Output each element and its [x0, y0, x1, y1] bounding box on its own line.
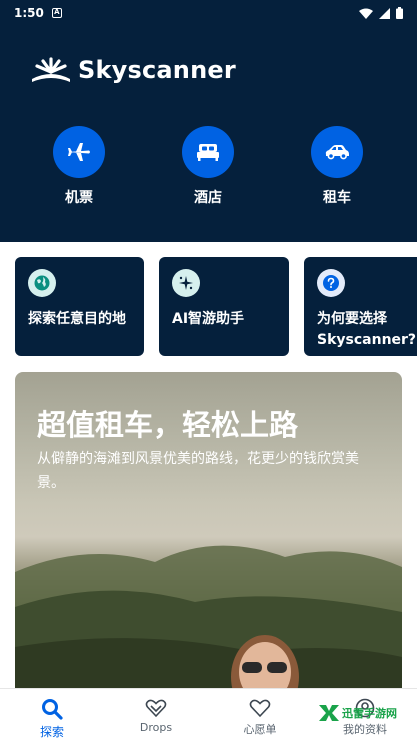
- promo-title: 超值租车，轻松上路: [37, 408, 299, 442]
- card-label: AI智游助手: [172, 311, 245, 327]
- question-icon: [317, 269, 345, 297]
- status-bar: 1:50 A: [0, 0, 417, 26]
- globe-icon: [28, 269, 56, 297]
- watermark-logo-icon: [319, 705, 339, 721]
- wifi-icon: [359, 8, 373, 19]
- notification-icon: A: [51, 8, 62, 18]
- status-right: [359, 7, 403, 19]
- watermark-text: 迅雷手游网: [342, 707, 397, 720]
- service-label: 租车: [323, 190, 351, 206]
- tab-label: 心愿单: [243, 723, 277, 736]
- feature-cards: 探索任意目的地 AI智游助手 为何要选择Skyscanner?: [15, 257, 417, 356]
- status-time: 1:50: [14, 6, 44, 20]
- signal-icon: [379, 7, 390, 19]
- plane-icon: [68, 143, 90, 161]
- tab-label: 探索: [39, 725, 64, 739]
- tab-wishlist[interactable]: 心愿单: [215, 689, 305, 741]
- card-label: 为何要选择Skyscanner?: [317, 311, 417, 348]
- tab-label: Drops: [139, 721, 173, 734]
- promo-subtitle: 从僻静的海滩到风景优美的路线，花更少的钱欣赏美景。: [37, 451, 359, 491]
- car-rental-promo-banner[interactable]: 超值租车，轻松上路 从僻静的海滩到风景优美的路线，花更少的钱欣赏美景。: [15, 372, 402, 702]
- service-label: 机票: [65, 190, 93, 206]
- heart-icon: [249, 699, 271, 718]
- service-label: 酒店: [194, 190, 222, 206]
- header: 1:50 A Skyscanner 机票 酒店 租车: [0, 0, 417, 242]
- hotels-button[interactable]: [182, 126, 234, 178]
- service-car-rental[interactable]: 租车: [297, 126, 377, 207]
- brand-name: Skyscanner: [78, 56, 236, 84]
- sunrise-logo-icon: [32, 57, 70, 82]
- tab-drops[interactable]: Drops: [111, 689, 201, 741]
- car-icon: [325, 145, 349, 160]
- battery-icon: [396, 7, 403, 19]
- skyscanner-logo: Skyscanner: [30, 56, 236, 84]
- card-label: 探索任意目的地: [28, 311, 126, 327]
- card-why-skyscanner[interactable]: 为何要选择Skyscanner?: [304, 257, 417, 356]
- card-ai-assistant[interactable]: AI智游助手: [159, 257, 289, 356]
- bed-icon: [197, 144, 219, 161]
- search-icon: [42, 699, 63, 720]
- flights-button[interactable]: [53, 126, 105, 178]
- tab-explore[interactable]: 探索: [7, 689, 97, 741]
- service-hotels[interactable]: 酒店: [168, 126, 248, 207]
- app-screen: 1:50 A Skyscanner 机票 酒店 租车 探索任意目的地 AI智游助…: [0, 0, 417, 741]
- service-flights[interactable]: 机票: [39, 126, 119, 207]
- car-rental-button[interactable]: [311, 126, 363, 178]
- card-explore-anywhere[interactable]: 探索任意目的地: [15, 257, 144, 356]
- service-shortcuts: 机票 酒店 租车: [0, 126, 417, 216]
- site-watermark: 迅雷手游网: [318, 704, 397, 722]
- tab-label: 我的资料: [343, 723, 387, 736]
- sparkle-icon: [172, 269, 200, 297]
- heart-drop-icon: [145, 699, 167, 718]
